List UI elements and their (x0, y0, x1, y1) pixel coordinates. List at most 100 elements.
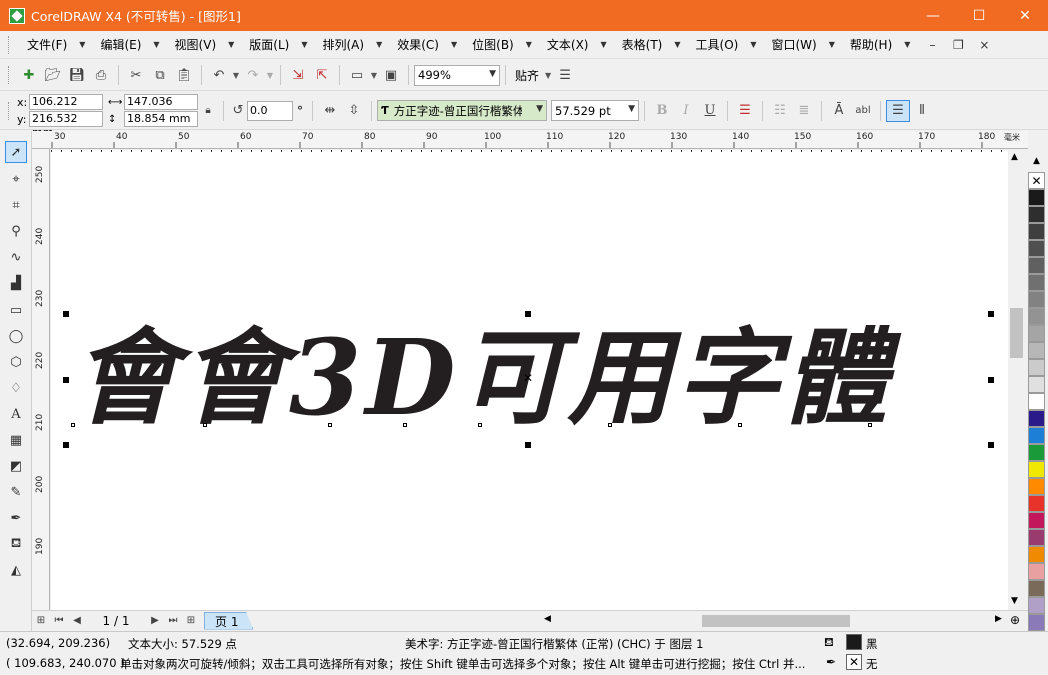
color-swatch[interactable] (1028, 563, 1045, 580)
color-swatch[interactable] (1028, 342, 1045, 359)
color-swatch[interactable] (1028, 427, 1045, 444)
color-swatch[interactable] (1028, 376, 1045, 393)
color-swatch[interactable] (1028, 529, 1045, 546)
selection-handle-bottom[interactable] (525, 442, 531, 448)
paste-button[interactable]: 📋︎ (172, 64, 196, 86)
horizontal-scroll-thumb[interactable] (702, 615, 850, 627)
close-button[interactable]: ✕ (1002, 0, 1048, 31)
snap-to-dropdown[interactable]: ▼ (543, 71, 553, 80)
zoom-tool[interactable]: ⚲ (5, 220, 27, 242)
color-swatch[interactable] (1028, 240, 1045, 257)
color-swatch[interactable] (1028, 580, 1045, 597)
outline-pen-tool[interactable]: ✒ (5, 507, 27, 529)
interactive-blend-tool[interactable]: ◩ (5, 455, 27, 477)
fill-color-swatch[interactable] (846, 634, 862, 650)
color-swatch[interactable] (1028, 189, 1045, 206)
bold-button[interactable]: B (650, 100, 674, 122)
selection-handle-bottom-right[interactable] (988, 442, 994, 448)
mirror-horizontal-button[interactable]: ⇹ (318, 100, 342, 122)
character-formatting-button[interactable]: Ā (827, 100, 851, 122)
color-swatch[interactable] (1028, 495, 1045, 512)
menu-layout[interactable]: 版面(L) ▼ (239, 34, 312, 56)
menu-view[interactable]: 视图(V) ▼ (165, 34, 240, 56)
color-swatch[interactable] (1028, 325, 1045, 342)
italic-button[interactable]: I (674, 100, 698, 122)
color-swatch[interactable] (1028, 206, 1045, 223)
page-tab[interactable]: 页 1 (204, 611, 254, 630)
shape-tool[interactable]: ⌖ (5, 168, 27, 190)
text-align-button[interactable]: ☰ (733, 100, 757, 122)
property-bar-grip[interactable] (8, 101, 11, 120)
scroll-up-icon[interactable]: ▲ (1011, 152, 1018, 162)
no-color-swatch[interactable]: ✕ (1028, 172, 1045, 189)
menu-tools[interactable]: 工具(O) ▼ (686, 34, 762, 56)
color-swatch[interactable] (1028, 512, 1045, 529)
height-input[interactable]: 18.854 mm (124, 111, 198, 127)
drawing-canvas[interactable]: 會會3D可用字體 ✕ (51, 150, 1008, 610)
crop-tool[interactable]: ⌗ (5, 194, 27, 216)
open-button[interactable]: 📂︎ (41, 64, 65, 86)
color-swatch[interactable] (1028, 614, 1045, 631)
color-swatch[interactable] (1028, 461, 1045, 478)
vertical-scroll-thumb[interactable] (1010, 308, 1023, 358)
application-launcher-dropdown[interactable]: ▼ (369, 71, 379, 80)
character-node[interactable] (403, 423, 407, 427)
previous-page-button[interactable]: ◀ (68, 610, 86, 632)
menu-table[interactable]: 表格(T) ▼ (612, 34, 686, 56)
zoom-level-combo[interactable]: 499% ▼ (414, 64, 500, 86)
edit-text-button[interactable]: abl (851, 100, 875, 122)
snap-to-button[interactable]: 贴齐 (511, 67, 543, 84)
save-button[interactable]: 💾︎ (65, 64, 89, 86)
smart-fill-tool[interactable]: ▟ (5, 272, 27, 294)
undo-dropdown-button[interactable]: ▼ (231, 71, 241, 80)
selection-handle-top[interactable] (525, 311, 531, 317)
import-button[interactable]: ⇲ (286, 64, 310, 86)
polygon-tool[interactable]: ⬡ (5, 351, 27, 373)
horizontal-scrollbar[interactable]: ◀ ▶ (540, 612, 1008, 629)
redo-dropdown-button[interactable]: ▼ (265, 71, 275, 80)
character-node[interactable] (608, 423, 612, 427)
ellipse-tool[interactable]: ◯ (5, 325, 27, 347)
scroll-down-icon[interactable]: ▼ (1011, 596, 1018, 606)
color-swatch[interactable] (1028, 597, 1045, 614)
color-swatch[interactable] (1028, 478, 1045, 495)
lock-ratio-button[interactable]: 🔒︎ (198, 100, 218, 122)
selection-handle-left[interactable] (63, 377, 69, 383)
character-node[interactable] (868, 423, 872, 427)
menu-help[interactable]: 帮助(H) ▼ (840, 34, 916, 56)
color-swatch[interactable] (1028, 308, 1045, 325)
application-launcher-button[interactable]: ▭ (345, 64, 369, 86)
vertical-scrollbar[interactable]: ▲ ▼ (1008, 150, 1025, 610)
x-position-input[interactable]: 106.212 mm (29, 94, 103, 122)
minimize-button[interactable]: — (910, 0, 956, 31)
color-swatch[interactable] (1028, 444, 1045, 461)
menu-edit[interactable]: 编辑(E) ▼ (90, 34, 164, 56)
text-tool[interactable]: A (5, 403, 27, 425)
last-page-button[interactable]: ⏭ (164, 610, 182, 632)
color-swatch[interactable] (1028, 546, 1045, 563)
scroll-left-icon[interactable]: ◀ (544, 614, 551, 624)
copy-button[interactable]: ⧉ (148, 64, 172, 86)
character-node[interactable] (71, 423, 75, 427)
underline-button[interactable]: U (698, 100, 722, 122)
redo-button[interactable]: ↷ (241, 64, 265, 86)
add-page-before-button[interactable]: ⊞ (32, 610, 50, 632)
selection-handle-right[interactable] (988, 377, 994, 383)
print-button[interactable]: ⎙ (89, 64, 113, 86)
menu-bitmaps[interactable]: 位图(B) ▼ (462, 34, 537, 56)
color-swatch[interactable] (1028, 274, 1045, 291)
character-node[interactable] (478, 423, 482, 427)
horizontal-text-button[interactable]: ☰ (886, 99, 910, 122)
options-button[interactable]: ☰ (553, 64, 577, 86)
color-swatch[interactable] (1028, 359, 1045, 376)
document-close-button[interactable]: × (971, 38, 997, 52)
fill-tool[interactable]: ⛾ (5, 533, 27, 555)
color-swatch[interactable] (1028, 393, 1045, 410)
menubar-grip[interactable] (8, 35, 11, 54)
new-document-button[interactable]: ✚ (17, 64, 41, 86)
vertical-ruler[interactable]: 250 240 230 220 210 200 190 (32, 149, 50, 610)
first-page-button[interactable]: ⏮ (50, 610, 68, 632)
next-page-button[interactable]: ▶ (146, 610, 164, 632)
document-restore-button[interactable]: ❐ (945, 38, 971, 52)
horizontal-ruler[interactable]: 30 40 50 60 70 80 90 100 110 120 130 140… (32, 131, 1028, 149)
